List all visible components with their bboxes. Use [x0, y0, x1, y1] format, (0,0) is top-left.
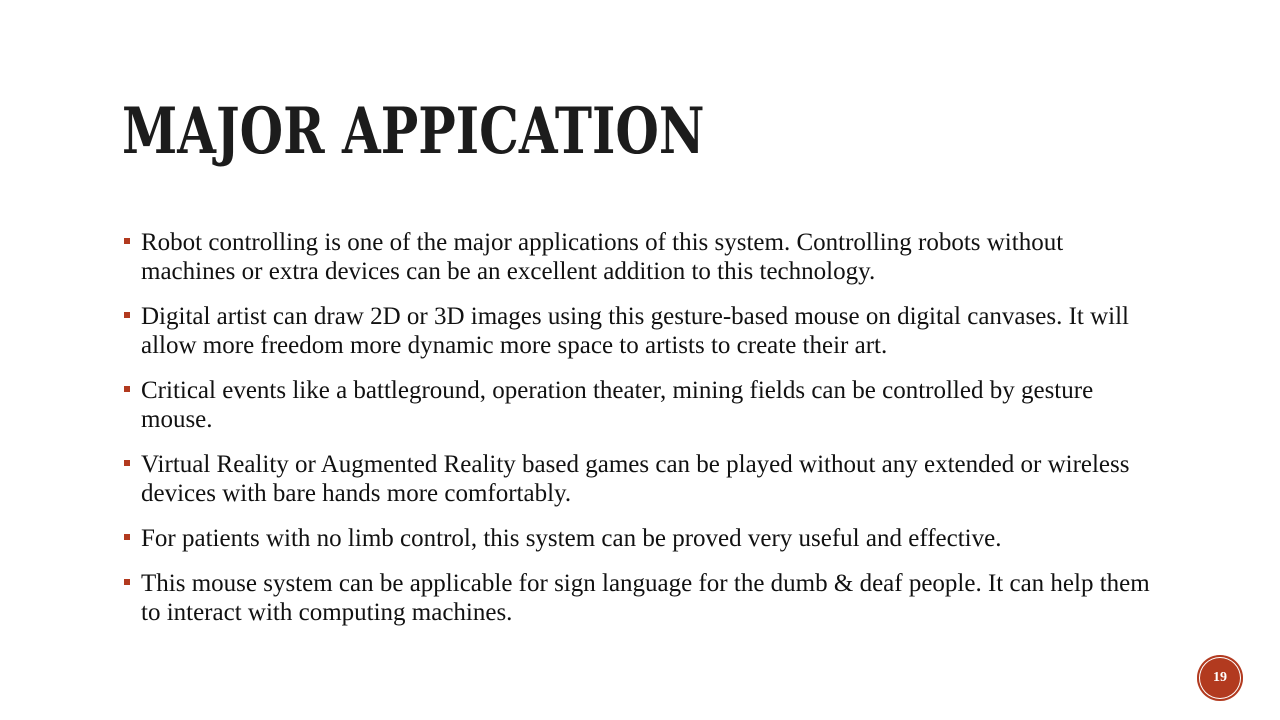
page-number-badge: 19: [1197, 655, 1243, 701]
square-bullet-icon: [124, 238, 130, 244]
slide: Major appication Robot controlling is on…: [0, 0, 1280, 720]
bullet-item: This mouse system can be applicable for …: [122, 569, 1162, 627]
bullet-text: Digital artist can draw 2D or 3D images …: [141, 303, 1129, 359]
bullet-item: Critical events like a battleground, ope…: [122, 376, 1162, 434]
square-bullet-icon: [124, 460, 130, 466]
bullet-text: Critical events like a battleground, ope…: [141, 377, 1094, 433]
bullet-list: Robot controlling is one of the major ap…: [122, 228, 1162, 643]
page-number: 19: [1213, 670, 1227, 685]
bullet-item: Digital artist can draw 2D or 3D images …: [122, 302, 1162, 360]
bullet-text: For patients with no limb control, this …: [141, 525, 1002, 552]
bullet-item: For patients with no limb control, this …: [122, 524, 1162, 553]
bullet-text: Virtual Reality or Augmented Reality bas…: [141, 451, 1130, 507]
bullet-item: Robot controlling is one of the major ap…: [122, 228, 1162, 286]
bullet-item: Virtual Reality or Augmented Reality bas…: [122, 450, 1162, 508]
square-bullet-icon: [124, 312, 130, 318]
square-bullet-icon: [124, 579, 130, 585]
slide-title: Major appication: [122, 94, 705, 169]
square-bullet-icon: [124, 534, 130, 540]
bullet-text: This mouse system can be applicable for …: [141, 570, 1150, 626]
square-bullet-icon: [124, 386, 130, 392]
bullet-text: Robot controlling is one of the major ap…: [141, 229, 1064, 285]
